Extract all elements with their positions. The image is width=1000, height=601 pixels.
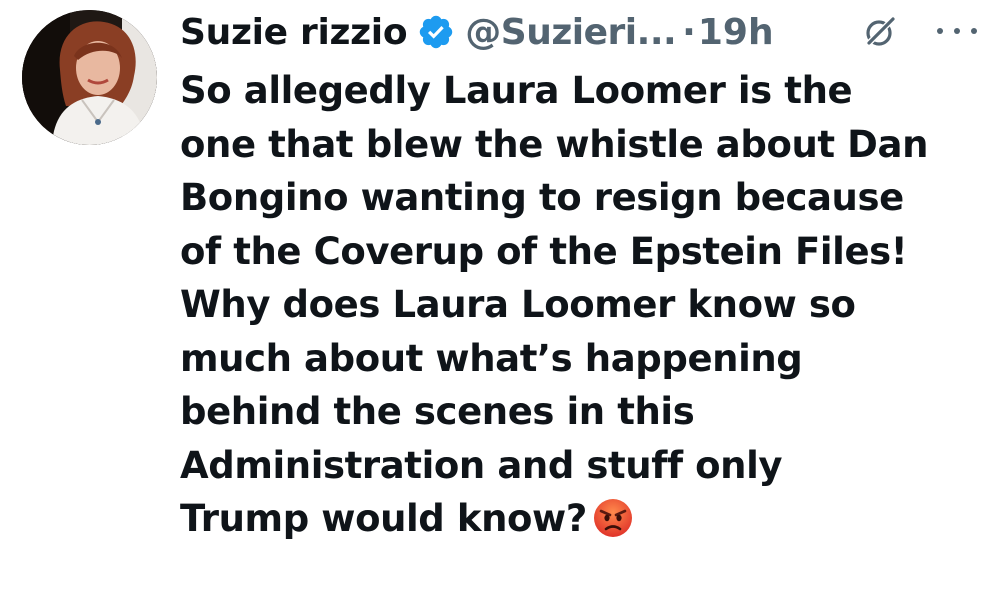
dot-icon (971, 28, 977, 34)
user-handle[interactable]: @Suzieri... (465, 12, 676, 53)
timestamp[interactable]: 19h (698, 12, 774, 53)
dot-icon (954, 28, 960, 34)
more-options-icon[interactable] (937, 16, 977, 46)
tweet-text-line: So allegedly Laura Loomer is the (180, 69, 853, 112)
tweet-text-line: Why does Laura Loomer know so (180, 283, 856, 326)
grok-icon[interactable] (862, 14, 898, 50)
tweet-text-line: Bongino wanting to resign because (180, 176, 904, 219)
profile-photo-icon (22, 10, 157, 145)
tweet-text-line: much about what’s happening (180, 336, 803, 380)
display-name[interactable]: Suzie rizzio (180, 12, 408, 53)
tweet-text-line: Administration and stuff only (180, 443, 783, 487)
tweet[interactable]: Suzie rizzio @Suzieri... · 19h So allege… (0, 0, 1000, 601)
tweet-text-last-line: Trump would know? (180, 492, 980, 546)
dot-icon (937, 28, 943, 34)
tweet-text-line: behind the scenes in this (180, 390, 695, 433)
verified-badge-icon[interactable] (417, 13, 455, 51)
tweet-text-line: of the Coverup of the Epstein Files! (180, 229, 908, 273)
tweet-text-line: one that blew the whistle about Dan (180, 122, 929, 166)
avatar[interactable] (22, 10, 157, 145)
tweet-text: So allegedly Laura Loomer is the one tha… (180, 64, 980, 546)
separator-dot: · (682, 11, 696, 53)
tweet-text-line: Trump would know? (180, 497, 587, 540)
angry-face-emoji-icon (593, 498, 633, 538)
tweet-header: Suzie rizzio @Suzieri... · 19h (180, 4, 980, 60)
